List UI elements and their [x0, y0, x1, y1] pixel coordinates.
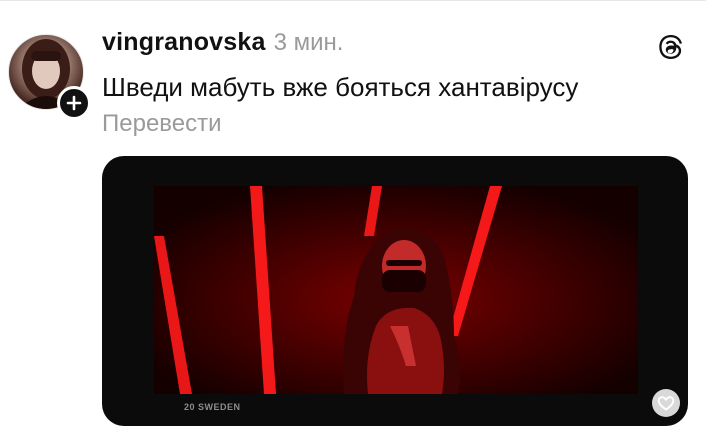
- like-button[interactable]: [652, 389, 680, 417]
- post-text: Шведи мабуть вже бояться хантавірусу: [102, 72, 579, 102]
- top-divider: [0, 0, 706, 1]
- threads-logo-icon[interactable]: [657, 33, 685, 61]
- translate-link[interactable]: Перевести: [102, 110, 222, 138]
- post-timestamp: 3 мин.: [273, 29, 344, 56]
- video-caption: 20 SWEDEN: [184, 402, 241, 412]
- video-scene: [154, 186, 638, 394]
- video-frame[interactable]: [154, 186, 638, 394]
- heart-icon: [657, 396, 675, 411]
- follow-button[interactable]: [57, 86, 91, 120]
- username-link[interactable]: vingranovska: [102, 28, 266, 57]
- post-header: vingranovska 3 мин.: [102, 28, 343, 62]
- plus-icon: [66, 95, 82, 111]
- video-attachment[interactable]: 20 SWEDEN: [102, 156, 688, 426]
